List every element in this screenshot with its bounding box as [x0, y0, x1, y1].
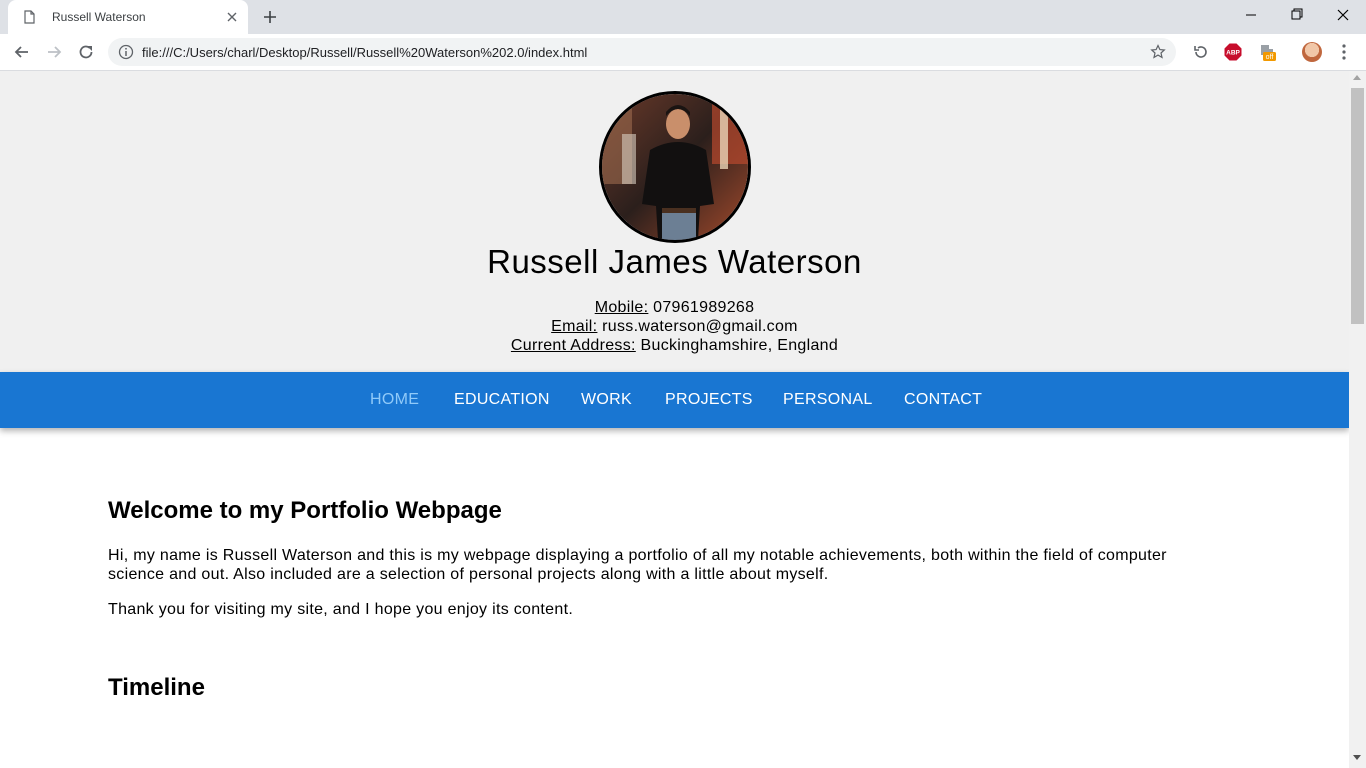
page-viewport: Russell James Waterson Mobile: 079619892… — [0, 71, 1349, 768]
tab-strip: Russell Waterson — [0, 0, 1366, 34]
nav-education[interactable]: EDUCATION — [454, 391, 550, 409]
adblock-icon[interactable]: ABP — [1224, 43, 1242, 61]
nav-projects[interactable]: PROJECTS — [665, 391, 753, 409]
extension-off-icon[interactable]: off — [1258, 43, 1276, 61]
profile-avatar[interactable] — [1302, 42, 1322, 62]
bookmark-star-icon[interactable] — [1150, 44, 1166, 60]
nav-personal[interactable]: PERSONAL — [783, 391, 873, 409]
browser-toolbar: file:///C:/Users/charl/Desktop/Russell/R… — [0, 34, 1366, 71]
timeline-heading: Timeline — [108, 674, 205, 701]
info-icon[interactable] — [118, 44, 134, 60]
email-line: Email: russ.waterson@gmail.com — [0, 318, 1349, 336]
url-text[interactable]: file:///C:/Users/charl/Desktop/Russell/R… — [142, 45, 587, 60]
mobile-value: 07961989268 — [653, 299, 755, 316]
address-label: Current Address: — [510, 337, 636, 354]
new-tab-icon[interactable] — [262, 9, 278, 25]
scroll-thumb[interactable] — [1351, 88, 1364, 324]
window-close-icon[interactable] — [1320, 0, 1366, 30]
address-value: Buckinghamshire, England — [640, 337, 839, 354]
scroll-down-arrow-icon[interactable] — [1353, 755, 1361, 760]
minimize-icon[interactable] — [1228, 0, 1274, 30]
page-title: Russell James Waterson — [487, 243, 862, 280]
profile-header: Russell James Waterson Mobile: 079619892… — [0, 71, 1349, 372]
nav-home[interactable]: HOME — [370, 391, 419, 409]
history-icon[interactable] — [1192, 43, 1210, 61]
mobile-label: Mobile: — [594, 299, 649, 316]
back-arrow-icon[interactable] — [12, 42, 32, 62]
menu-dots-icon[interactable] — [1336, 43, 1352, 61]
tab-title: Russell Waterson — [52, 10, 146, 24]
address-line: Current Address: Buckinghamshire, Englan… — [0, 337, 1349, 355]
document-icon — [24, 10, 35, 24]
mobile-line: Mobile: 07961989268 — [0, 299, 1349, 317]
nav-contact[interactable]: CONTACT — [904, 391, 982, 409]
browser-tab[interactable]: Russell Waterson — [8, 0, 248, 34]
svg-text:off: off — [1266, 54, 1274, 61]
main-navbar: HOME EDUCATION WORK PROJECTS PERSONAL CO… — [0, 372, 1349, 428]
close-tab-icon[interactable] — [224, 9, 240, 25]
scroll-up-arrow-icon[interactable] — [1353, 75, 1361, 80]
email-value: russ.waterson@gmail.com — [602, 318, 798, 335]
profile-photo — [599, 91, 751, 243]
page-scrollbar[interactable] — [1349, 71, 1366, 768]
svg-text:ABP: ABP — [1226, 50, 1240, 57]
restore-icon[interactable] — [1274, 0, 1320, 30]
email-label: Email: — [551, 318, 598, 335]
address-bar[interactable]: file:///C:/Users/charl/Desktop/Russell/R… — [108, 38, 1176, 66]
thanks-paragraph: Thank you for visiting my site, and I ho… — [108, 601, 574, 618]
intro-paragraph: Hi, my name is Russell Waterson and this… — [108, 547, 1167, 583]
forward-arrow-icon[interactable] — [44, 42, 64, 62]
reload-icon[interactable] — [76, 42, 96, 62]
welcome-heading: Welcome to my Portfolio Webpage — [108, 497, 502, 524]
nav-work[interactable]: WORK — [581, 391, 632, 409]
profile-photo-image — [602, 94, 748, 240]
